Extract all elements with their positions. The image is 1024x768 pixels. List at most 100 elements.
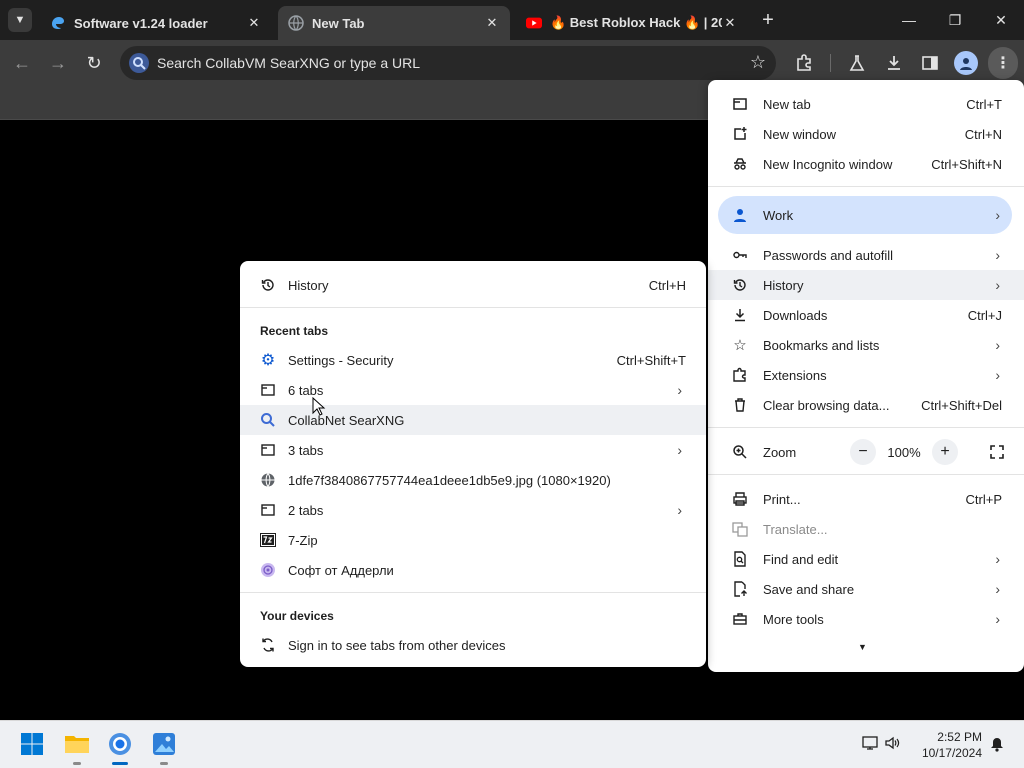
chevron-right-icon: › xyxy=(995,581,1000,597)
close-icon[interactable]: ✕ xyxy=(484,15,500,31)
menu-item-bookmarks[interactable]: ☆ Bookmarks and lists › xyxy=(708,330,1024,360)
search-icon xyxy=(260,412,276,428)
menu-label: Софт от Аддерли xyxy=(288,562,394,578)
zoom-out-button[interactable]: − xyxy=(850,439,876,465)
extensions-puzzle-icon[interactable] xyxy=(792,51,816,75)
reload-button[interactable]: ↻ xyxy=(80,49,108,77)
window-icon xyxy=(260,442,276,458)
recent-item-searxng[interactable]: CollabNet SearXNG xyxy=(240,405,706,435)
menu-label: Print... xyxy=(763,491,801,507)
volume-icon[interactable] xyxy=(884,735,900,756)
history-item-history[interactable]: History Ctrl+H xyxy=(240,270,706,300)
clock-date: 10/17/2024 xyxy=(921,746,982,760)
globe-icon xyxy=(260,472,276,488)
tab-roblox-video[interactable]: 🔥 Best Roblox Hack 🔥 | 202 ✕ xyxy=(516,6,748,40)
sign-in-devices[interactable]: Sign in to see tabs from other devices xyxy=(240,630,706,660)
menu-item-more-tools[interactable]: More tools › xyxy=(708,604,1024,634)
tab-search-button[interactable]: ▼ xyxy=(8,8,32,32)
zoom-in-button[interactable]: + xyxy=(932,439,958,465)
menu-label: Translate... xyxy=(763,521,828,537)
labs-flask-icon[interactable] xyxy=(845,51,869,75)
side-panel-icon[interactable] xyxy=(918,51,942,75)
menu-label: Find and edit xyxy=(763,551,839,567)
menu-label: 2 tabs xyxy=(288,502,324,518)
recent-item-window-6[interactable]: 6 tabs › xyxy=(240,375,706,405)
menu-item-passwords[interactable]: Passwords and autofill › xyxy=(708,240,1024,270)
recent-tabs-heading: Recent tabs xyxy=(260,324,329,338)
menu-kebab-icon[interactable]: ⋮ xyxy=(988,47,1018,79)
file-explorer-icon[interactable] xyxy=(62,729,92,765)
system-clock[interactable]: 2:52 PM 10/17/2024 xyxy=(906,729,982,761)
recent-item-image[interactable]: 1dfe7f3840867757744ea1deee1db5e9.jpg (10… xyxy=(240,465,706,495)
history-icon xyxy=(732,277,748,293)
menu-item-translate[interactable]: Translate... xyxy=(708,514,1024,544)
close-icon[interactable]: ✕ xyxy=(722,15,738,31)
menu-label: New window xyxy=(763,126,836,142)
network-icon[interactable] xyxy=(862,735,878,756)
start-icon[interactable] xyxy=(17,729,47,759)
menu-label: New Incognito window xyxy=(763,156,893,172)
menu-item-new-window[interactable]: New window Ctrl+N xyxy=(708,119,1024,149)
recent-item-window-3[interactable]: 3 tabs › xyxy=(240,435,706,465)
menu-label: Downloads xyxy=(763,307,828,323)
person-icon xyxy=(732,207,748,223)
star-icon: ☆ xyxy=(733,337,747,354)
chevron-right-icon: › xyxy=(995,611,1000,627)
menu-item-extensions[interactable]: Extensions › xyxy=(708,360,1024,390)
chevron-right-icon: › xyxy=(995,337,1000,353)
menu-shortcut: Ctrl+H xyxy=(648,277,686,293)
menu-label: More tools xyxy=(763,611,824,627)
menu-item-zoom: Zoom − 100% + xyxy=(708,437,1024,467)
menu-item-work-profile[interactable]: Work › xyxy=(708,200,1024,230)
trash-icon xyxy=(732,397,748,413)
menu-item-save-share[interactable]: Save and share › xyxy=(708,574,1024,604)
tab-title: New Tab xyxy=(312,15,365,31)
close-window-button[interactable]: ✕ xyxy=(978,0,1024,40)
search-icon xyxy=(128,52,150,74)
toolbar-divider xyxy=(830,54,831,72)
back-button[interactable]: ← xyxy=(8,49,36,77)
bookmark-star-icon[interactable]: ☆ xyxy=(750,52,766,73)
recent-item-window-2[interactable]: 2 tabs › xyxy=(240,495,706,525)
mouse-cursor-icon xyxy=(312,397,326,416)
menu-shortcut: Ctrl+Shift+T xyxy=(616,352,686,368)
fullscreen-icon[interactable] xyxy=(983,438,1011,466)
scroll-down-caret-icon[interactable]: ▼ xyxy=(858,642,867,652)
sync-icon xyxy=(260,637,276,653)
menu-item-clear-data[interactable]: Clear browsing data... Ctrl+Shift+Del xyxy=(708,390,1024,420)
notification-bell-icon[interactable] xyxy=(989,736,1005,757)
minimize-button[interactable]: — xyxy=(886,0,932,40)
translate-icon xyxy=(732,521,748,537)
menu-shortcut: Ctrl+P xyxy=(965,491,1002,507)
photos-icon[interactable] xyxy=(149,729,179,765)
window-icon xyxy=(260,382,276,398)
tab-new-tab[interactable]: New Tab ✕ xyxy=(278,6,510,40)
menu-item-incognito[interactable]: New Incognito window Ctrl+Shift+N xyxy=(708,149,1024,179)
chrome-icon[interactable] xyxy=(105,729,135,765)
profile-avatar[interactable] xyxy=(954,51,978,75)
close-icon[interactable]: ✕ xyxy=(246,15,262,31)
new-tab-button[interactable]: + xyxy=(756,8,780,32)
recent-item-7zip[interactable]: 7-Zip xyxy=(240,525,706,555)
menu-item-new-tab[interactable]: New tab Ctrl+T xyxy=(708,89,1024,119)
menu-divider xyxy=(240,592,706,593)
omnibox[interactable]: Search CollabVM SearXNG or type a URL ☆ xyxy=(120,46,776,80)
recent-item-settings[interactable]: ⚙ Settings - Security Ctrl+Shift+T xyxy=(240,345,706,375)
forward-button[interactable]: → xyxy=(44,49,72,77)
menu-item-history[interactable]: History › xyxy=(708,270,1024,300)
restore-button[interactable]: ❐ xyxy=(932,0,978,40)
menu-label: 3 tabs xyxy=(288,442,324,458)
recent-item-soft[interactable]: Софт от Аддерли xyxy=(240,555,706,585)
tab-title: 🔥 Best Roblox Hack 🔥 | 202 xyxy=(550,15,722,30)
chrome-main-menu: New tab Ctrl+T New window Ctrl+N New Inc… xyxy=(708,80,1024,672)
download-icon[interactable] xyxy=(882,51,906,75)
menu-item-find-edit[interactable]: Find and edit › xyxy=(708,544,1024,574)
menu-item-print[interactable]: Print... Ctrl+P xyxy=(708,484,1024,514)
menu-label: New tab xyxy=(763,96,811,112)
menu-shortcut: Ctrl+J xyxy=(967,307,1002,323)
menu-item-downloads[interactable]: Downloads Ctrl+J xyxy=(708,300,1024,330)
chevron-right-icon: › xyxy=(995,367,1000,383)
tab-software-loader[interactable]: Software v1.24 loader ✕ xyxy=(40,6,272,40)
menu-label: 6 tabs xyxy=(288,382,324,398)
menu-label: Clear browsing data... xyxy=(763,397,890,413)
